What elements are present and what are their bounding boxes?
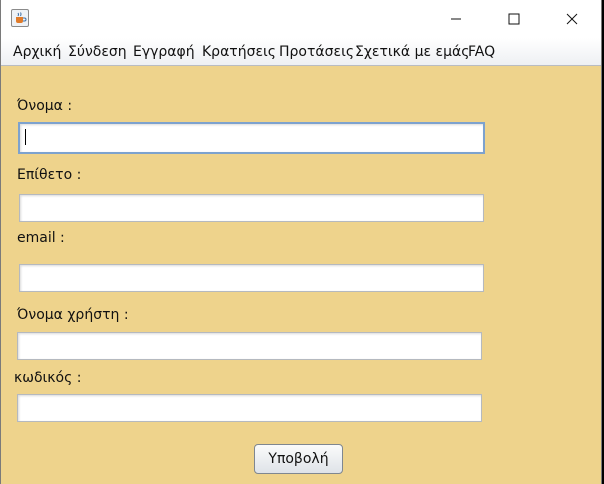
username-label: Όνομα χρήστη :	[17, 307, 129, 323]
registration-form: Όνομα : Επίθετο : email : Όνομα χρήστη :…	[1, 66, 601, 484]
password-label: κωδικός :	[14, 370, 82, 386]
menu-item-home[interactable]: Αρχική	[13, 44, 61, 60]
maximize-button[interactable]	[491, 0, 537, 38]
email-label: email :	[17, 230, 65, 246]
close-button[interactable]	[549, 0, 595, 38]
text-caret	[25, 129, 26, 145]
menu-item-register[interactable]: Εγγραφή	[133, 44, 195, 60]
menu-item-faq[interactable]: FAQ	[468, 44, 495, 60]
menu-item-bookings[interactable]: Κρατήσεις	[202, 44, 276, 60]
last-name-field[interactable]	[19, 194, 484, 222]
email-field[interactable]	[19, 264, 484, 292]
menu-item-about[interactable]: Σχετικά με εμάς	[355, 44, 469, 60]
maximize-icon	[508, 13, 520, 25]
first-name-field[interactable]	[18, 122, 485, 154]
minimize-icon	[451, 18, 461, 20]
app-window: Αρχική Σύνδεση Εγγραφή Κρατήσεις Προτάσε…	[0, 0, 602, 484]
close-icon	[566, 13, 578, 25]
submit-button[interactable]: Υποβολή	[254, 444, 343, 474]
password-field[interactable]	[17, 394, 482, 422]
menu-item-suggestions[interactable]: Προτάσεις	[279, 44, 354, 60]
minimize-button[interactable]	[433, 0, 479, 38]
username-field[interactable]	[17, 332, 482, 360]
menu-item-login[interactable]: Σύνδεση	[68, 44, 127, 60]
title-bar	[1, 0, 601, 38]
last-name-label: Επίθετο :	[17, 167, 82, 183]
menu-bar: Αρχική Σύνδεση Εγγραφή Κρατήσεις Προτάσε…	[1, 38, 601, 66]
first-name-label: Όνομα :	[17, 98, 73, 114]
java-coffee-cup-icon	[11, 9, 29, 27]
